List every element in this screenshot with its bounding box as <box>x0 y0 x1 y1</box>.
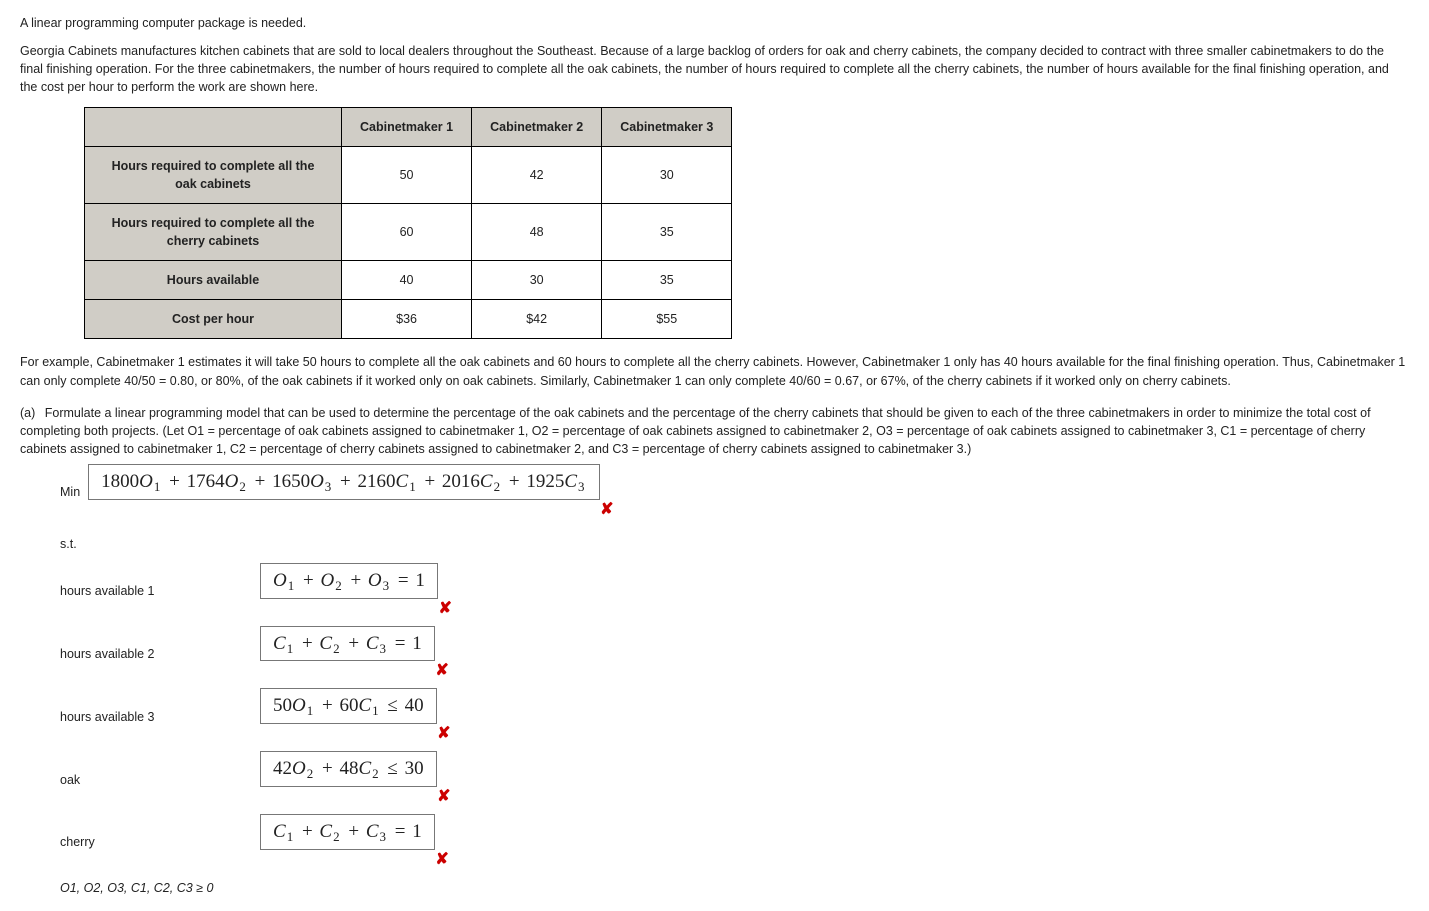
row-label: Hours available <box>85 261 342 300</box>
constraint-row: hours available 2C1 + C2 + C3 = 1✘ <box>60 626 1409 683</box>
table-cell: $42 <box>472 300 602 339</box>
th-c2: Cabinetmaker 2 <box>472 107 602 146</box>
table-cell: $55 <box>602 300 732 339</box>
th-c3: Cabinetmaker 3 <box>602 107 732 146</box>
constraint-label: cherry <box>60 833 260 851</box>
table-cell: 35 <box>602 261 732 300</box>
table-cell: 40 <box>342 261 472 300</box>
th-c1: Cabinetmaker 1 <box>342 107 472 146</box>
row-label: Cost per hour <box>85 300 342 339</box>
constraint-input[interactable]: 42O2 + 48C2 ≤ 30 <box>260 751 437 787</box>
table-cell: 35 <box>602 203 732 260</box>
wrong-icon: ✘ <box>437 785 450 808</box>
min-label: Min <box>60 483 80 501</box>
table-cell: 30 <box>602 146 732 203</box>
constraint-row: oak42O2 + 48C2 ≤ 30✘ <box>60 751 1409 808</box>
subject-to-label: s.t. <box>60 535 1409 553</box>
wrong-icon: ✘ <box>437 722 450 745</box>
wrong-icon: ✘ <box>435 848 448 871</box>
table-cell: 60 <box>342 203 472 260</box>
th-blank <box>85 107 342 146</box>
table-cell: 30 <box>472 261 602 300</box>
wrong-icon: ✘ <box>435 659 448 682</box>
constraint-label: oak <box>60 771 260 789</box>
constraint-input[interactable]: O1 + O2 + O3 = 1 <box>260 563 438 599</box>
wrong-icon: ✘ <box>600 498 613 521</box>
constraints-block: hours available 1O1 + O2 + O3 = 1✘hours … <box>60 563 1409 871</box>
constraint-label: hours available 2 <box>60 645 260 663</box>
constraint-label: hours available 1 <box>60 582 260 600</box>
constraint-row: hours available 350O1 + 60C1 ≤ 40✘ <box>60 688 1409 745</box>
constraint-input[interactable]: 50O1 + 60C1 ≤ 40 <box>260 688 437 724</box>
part-a-label: (a) <box>20 404 41 422</box>
row-label: Hours required to complete all the cherr… <box>85 203 342 260</box>
objective-row: Min 1800O1 + 1764O2 + 1650O3 + 2160C1 + … <box>60 464 1409 521</box>
constraint-label: hours available 3 <box>60 708 260 726</box>
intro-line-1: A linear programming computer package is… <box>20 14 1409 32</box>
constraint-input[interactable]: C1 + C2 + C3 = 1 <box>260 626 435 662</box>
constraint-input[interactable]: C1 + C2 + C3 = 1 <box>260 814 435 850</box>
intro-paragraph: Georgia Cabinets manufactures kitchen ca… <box>20 42 1409 96</box>
table-cell: $36 <box>342 300 472 339</box>
row-label: Hours required to complete all the oak c… <box>85 146 342 203</box>
table-cell: 48 <box>472 203 602 260</box>
part-a: (a) Formulate a linear programming model… <box>20 404 1409 458</box>
objective-input[interactable]: 1800O1 + 1764O2 + 1650O3 + 2160C1 + 2016… <box>88 464 599 500</box>
example-paragraph: For example, Cabinetmaker 1 estimates it… <box>20 353 1409 389</box>
table-cell: 42 <box>472 146 602 203</box>
table-cell: 50 <box>342 146 472 203</box>
part-a-text: Formulate a linear programming model tha… <box>20 406 1371 456</box>
constraint-row: cherryC1 + C2 + C3 = 1✘ <box>60 814 1409 871</box>
cabinetmaker-table: Cabinetmaker 1 Cabinetmaker 2 Cabinetmak… <box>84 107 732 340</box>
wrong-icon: ✘ <box>438 597 451 620</box>
constraint-row: hours available 1O1 + O2 + O3 = 1✘ <box>60 563 1409 620</box>
